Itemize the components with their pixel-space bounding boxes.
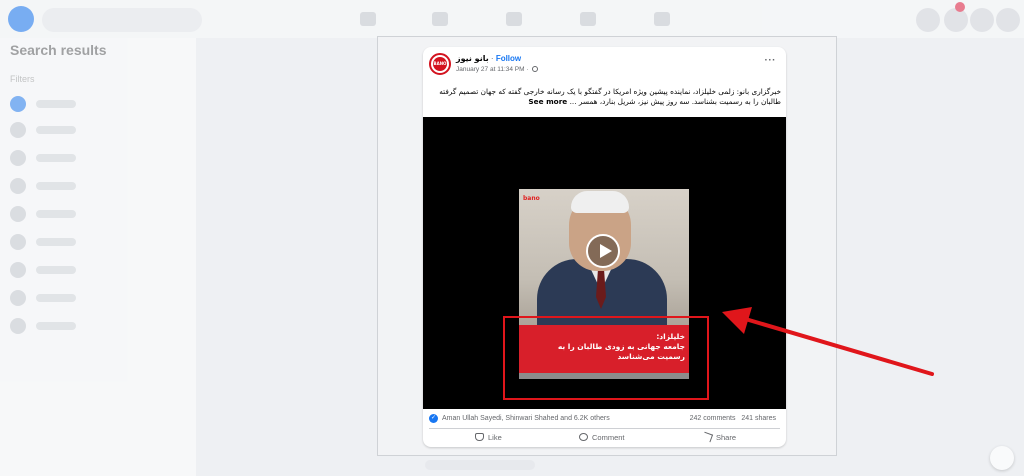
video-channel-logo: bano bbox=[523, 195, 540, 202]
sidebar-title: Search results bbox=[10, 42, 107, 58]
caption-text: خبرگزاری بانو: زلمی خلیلزاد، نماینده پیش… bbox=[439, 87, 781, 106]
comments-count[interactable]: 242 comments bbox=[690, 415, 736, 422]
thumbs-up-icon bbox=[475, 433, 484, 441]
more-options-icon[interactable]: ··· bbox=[765, 55, 777, 66]
home-icon[interactable] bbox=[360, 12, 376, 26]
videos-icon bbox=[10, 206, 26, 222]
facebook-logo-icon[interactable] bbox=[8, 6, 34, 32]
filters-label: Filters bbox=[10, 74, 35, 84]
sidebar-item-videos[interactable] bbox=[8, 204, 188, 224]
messenger-icon[interactable] bbox=[944, 8, 968, 32]
search-input[interactable] bbox=[42, 8, 202, 32]
sidebar-item-posts[interactable] bbox=[8, 120, 188, 140]
screenshot-frame: BANO بانو نیوز · Follow January 27 at 11… bbox=[377, 36, 837, 456]
post-actions: Like Comment Share bbox=[423, 431, 786, 447]
sidebar-item-photos[interactable] bbox=[8, 176, 188, 196]
marketplace-icon bbox=[10, 234, 26, 250]
watch-icon[interactable] bbox=[432, 12, 448, 26]
facebook-post: BANO بانو نیوز · Follow January 27 at 11… bbox=[423, 47, 786, 447]
new-message-icon[interactable] bbox=[990, 446, 1014, 470]
sidebar-item-all[interactable] bbox=[8, 94, 188, 114]
post-header: BANO بانو نیوز · Follow January 27 at 11… bbox=[423, 47, 786, 81]
photos-icon bbox=[10, 178, 26, 194]
page-avatar[interactable]: BANO bbox=[429, 53, 451, 75]
sidebar-item-places[interactable] bbox=[8, 288, 188, 308]
shares-count[interactable]: 241 shares bbox=[741, 415, 776, 422]
account-avatar[interactable] bbox=[996, 8, 1020, 32]
top-navigation-bar bbox=[0, 0, 1024, 38]
comment-icon bbox=[579, 433, 588, 441]
page-avatar-logo: BANO bbox=[433, 57, 447, 71]
search-sidebar: Search results Filters bbox=[0, 38, 196, 476]
page-name-link[interactable]: بانو نیوز bbox=[456, 54, 489, 63]
sidebar-item-people[interactable] bbox=[8, 148, 188, 168]
separator-dot: · bbox=[488, 54, 496, 63]
posts-icon bbox=[10, 122, 26, 138]
groups-icon[interactable] bbox=[580, 12, 596, 26]
annotation-highlight-box bbox=[503, 316, 709, 400]
reactions-bar: ✓ Aman Ullah Sayedi, Shinwari Shahed and… bbox=[429, 414, 780, 426]
reactors-text[interactable]: Aman Ullah Sayedi, Shinwari Shahed and 6… bbox=[442, 415, 610, 422]
follow-button[interactable]: Follow bbox=[496, 54, 521, 63]
post-timestamp[interactable]: January 27 at 11:34 PM bbox=[456, 66, 525, 73]
page-name-row: بانو نیوز · Follow bbox=[456, 54, 521, 63]
like-reaction-icon: ✓ bbox=[429, 414, 438, 423]
menu-icon[interactable] bbox=[916, 8, 940, 32]
comment-button[interactable]: Comment bbox=[579, 433, 625, 442]
places-icon bbox=[10, 290, 26, 306]
share-button[interactable]: Share bbox=[701, 431, 736, 443]
sidebar-item-groups[interactable] bbox=[8, 316, 188, 336]
next-post-preview bbox=[425, 460, 535, 470]
globe-icon bbox=[532, 66, 539, 73]
sidebar-item-marketplace[interactable] bbox=[8, 232, 188, 252]
post-caption: خبرگزاری بانو: زلمی خلیلزاد، نماینده پیش… bbox=[431, 87, 781, 107]
marketplace-icon[interactable] bbox=[506, 12, 522, 26]
play-icon[interactable] bbox=[586, 234, 620, 268]
post-meta: January 27 at 11:34 PM · bbox=[456, 66, 539, 73]
actions-divider bbox=[429, 428, 780, 429]
gaming-icon[interactable] bbox=[654, 12, 670, 26]
all-icon bbox=[10, 96, 26, 112]
see-more-link[interactable]: See more bbox=[528, 97, 567, 106]
notifications-icon[interactable] bbox=[970, 8, 994, 32]
people-icon bbox=[10, 150, 26, 166]
sidebar-item-pages[interactable] bbox=[8, 260, 188, 280]
groups-icon bbox=[10, 318, 26, 334]
notification-badge bbox=[955, 2, 965, 12]
like-button[interactable]: Like bbox=[475, 433, 502, 442]
video-player[interactable]: bano خلیلزاد: جامعه جهانی به زودی طالبان… bbox=[423, 117, 786, 409]
share-arrow-icon bbox=[701, 431, 714, 443]
pages-icon bbox=[10, 262, 26, 278]
engagement-counts: 242 comments 241 shares bbox=[690, 415, 776, 422]
